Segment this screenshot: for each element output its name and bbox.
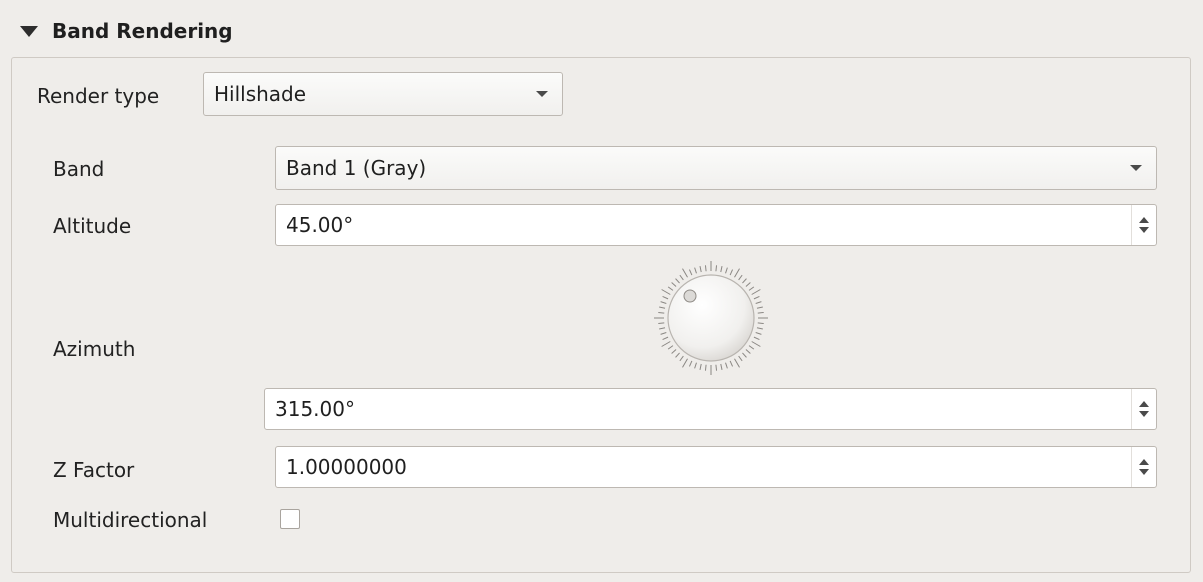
dial-tick: [682, 268, 688, 278]
collapse-triangle-icon[interactable]: [20, 25, 38, 37]
band-rendering-panel: [11, 57, 1191, 573]
dial-tick: [753, 336, 760, 341]
dial-tick: [725, 362, 728, 369]
dial-tick: [745, 282, 751, 287]
render-type-dropdown[interactable]: Hillshade: [203, 72, 563, 116]
multidirectional-checkbox[interactable]: [280, 509, 300, 529]
dial-tick: [671, 282, 677, 287]
dial-tick: [715, 364, 718, 371]
dial-tick: [661, 341, 671, 347]
render-type-value: Hillshade: [214, 82, 307, 106]
band-dropdown[interactable]: Band 1 (Gray): [275, 146, 1157, 190]
dial-tick: [720, 266, 723, 273]
dial-tick: [742, 278, 747, 284]
dial-tick: [734, 358, 740, 368]
dial-tick: [751, 341, 761, 347]
dial-tick: [658, 322, 665, 325]
dial-tick: [662, 295, 669, 300]
dial-tick: [688, 360, 693, 367]
band-label: Band: [53, 157, 105, 181]
chevron-down-icon: [536, 91, 548, 97]
dial-tick: [679, 355, 684, 362]
dial-tick: [748, 345, 755, 350]
dial-tick: [756, 306, 763, 309]
dial-tick: [704, 265, 707, 272]
altitude-spinbox[interactable]: 45.00°: [275, 204, 1157, 246]
dial-tick: [658, 311, 665, 314]
dial-tick: [675, 278, 680, 284]
dial-tick: [757, 322, 764, 325]
dial-tick: [704, 364, 707, 371]
dial-tick: [660, 332, 667, 335]
dial-tick: [755, 301, 762, 304]
dial-tick: [699, 363, 702, 370]
dial-tick: [734, 268, 740, 278]
spin-arrows-icon[interactable]: [1131, 389, 1156, 429]
altitude-label: Altitude: [53, 214, 132, 238]
render-type-label: Render type: [37, 84, 160, 108]
dial-tick: [699, 266, 702, 273]
z-factor-value: 1.00000000: [286, 455, 407, 479]
azimuth-spinbox[interactable]: 315.00°: [264, 388, 1157, 430]
band-value: Band 1 (Gray): [286, 156, 427, 180]
dial-tick: [671, 349, 677, 354]
dial-tick: [729, 360, 734, 367]
altitude-value: 45.00°: [286, 213, 354, 237]
dial-tick: [755, 332, 762, 335]
dial-tick: [660, 301, 667, 304]
dial-tick: [756, 327, 763, 330]
dial-tick: [715, 265, 718, 272]
section-title: Band Rendering: [52, 19, 233, 43]
chevron-down-icon: [1130, 165, 1142, 171]
dial-tick: [694, 362, 697, 369]
section-header[interactable]: Band Rendering: [20, 14, 233, 48]
dial-tick: [738, 355, 743, 362]
dial-tick: [667, 345, 674, 350]
spin-arrows-icon[interactable]: [1131, 447, 1156, 487]
dial-tick: [751, 289, 761, 295]
azimuth-dial-icon[interactable]: [651, 258, 771, 378]
dial-tick: [675, 352, 680, 358]
z-factor-label: Z Factor: [53, 458, 135, 482]
dial-tick: [729, 269, 734, 276]
spin-arrows-icon[interactable]: [1131, 205, 1156, 245]
dial-tick: [745, 349, 751, 354]
dial-tick: [659, 306, 666, 309]
dial-tick: [725, 267, 728, 274]
dial-tick: [659, 327, 666, 330]
dial-tick: [688, 269, 693, 276]
z-factor-spinbox[interactable]: 1.00000000: [275, 446, 1157, 488]
dial-tick: [753, 295, 760, 300]
azimuth-value: 315.00°: [275, 397, 355, 421]
dial-tick: [757, 311, 764, 314]
azimuth-label: Azimuth: [53, 337, 136, 361]
dial-tick: [662, 336, 669, 341]
dial-tick: [720, 363, 723, 370]
dial-tick: [679, 274, 684, 281]
dial-tick: [661, 289, 671, 295]
multidirectional-label: Multidirectional: [53, 508, 208, 532]
dial-tick: [738, 274, 743, 281]
dial-tick: [667, 286, 674, 291]
dial-tick: [694, 267, 697, 274]
dial-tick: [682, 358, 688, 368]
dial-tick: [748, 286, 755, 291]
dial-tick: [742, 352, 747, 358]
